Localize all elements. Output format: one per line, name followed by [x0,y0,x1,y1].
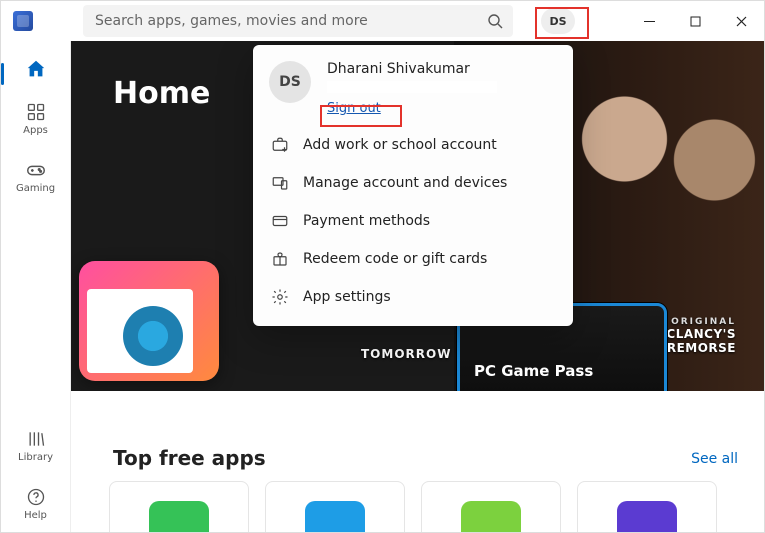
nav-home[interactable] [6,49,66,89]
menu-manage-account-devices[interactable]: Manage account and devices [253,164,573,202]
menu-redeem-code[interactable]: Redeem code or gift cards [253,240,573,278]
library-icon [26,429,46,449]
home-icon [25,58,47,80]
pc-game-pass-label: PC Game Pass [474,362,593,380]
devices-icon [271,174,289,192]
search-icon [487,13,503,29]
sidebar: Apps Gaming Library Help [1,41,71,532]
apps-icon [26,102,46,122]
maximize-icon [690,16,701,27]
help-icon [26,487,46,507]
page-title: Home [113,76,210,111]
menu-item-label: Add work or school account [303,137,497,153]
account-user-name: Dharani Shivakumar [327,61,497,77]
account-email-redacted [327,81,497,93]
search-input[interactable] [83,5,513,37]
see-all-link[interactable]: See all [691,451,738,467]
app-card[interactable] [577,481,717,532]
nav-gaming-label: Gaming [16,183,55,194]
menu-add-work-school-account[interactable]: Add work or school account [253,126,573,164]
gear-icon [271,288,289,306]
sign-out-link[interactable]: Sign out [327,101,381,116]
nav-gaming[interactable]: Gaming [6,147,66,205]
gift-icon [271,250,289,268]
nav-apps[interactable]: Apps [6,89,66,147]
nav-apps-label: Apps [23,125,48,136]
credit-card-icon [271,212,289,230]
minimize-icon [644,16,655,27]
nav-help-label: Help [24,510,47,521]
search-button[interactable] [483,9,507,33]
menu-item-label: App settings [303,289,391,305]
window-minimize-button[interactable] [626,1,672,41]
menu-item-label: Manage account and devices [303,175,507,191]
window-maximize-button[interactable] [672,1,718,41]
hero-left-promo-card[interactable] [79,261,219,381]
window-close-button[interactable] [718,1,764,41]
nav-library[interactable]: Library [6,416,66,474]
menu-app-settings[interactable]: App settings [253,278,573,316]
briefcase-add-icon [271,136,289,154]
account-popover: DS Dharani Shivakumar Sign out Add work … [253,45,573,326]
account-button[interactable]: DS [541,8,575,34]
nav-library-label: Library [18,452,53,463]
nav-help[interactable]: Help [6,474,66,532]
app-card[interactable] [109,481,249,532]
store-app-logo [13,11,33,31]
app-card[interactable] [421,481,561,532]
top-free-apps-row [109,481,717,532]
menu-payment-methods[interactable]: Payment methods [253,202,573,240]
avatar: DS [269,61,311,103]
menu-item-label: Redeem code or gift cards [303,251,487,267]
gaming-icon [25,159,47,181]
section-heading-top-free-apps: Top free apps [113,446,266,470]
app-card[interactable] [265,481,405,532]
menu-item-label: Payment methods [303,213,430,229]
close-icon [736,16,747,27]
